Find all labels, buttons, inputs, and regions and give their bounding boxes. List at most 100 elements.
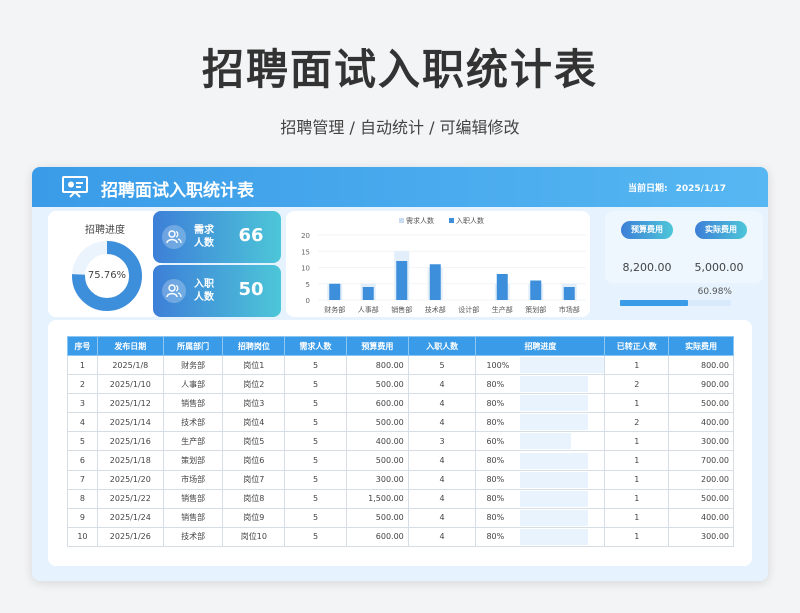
cell-date[interactable]: 2025/1/16	[96, 431, 164, 452]
column-header-actual-cost[interactable]: 实际费用	[668, 336, 734, 356]
cell-department[interactable]: 生产部	[162, 431, 224, 452]
cell-position[interactable]: 岗位8	[222, 488, 286, 509]
table-row[interactable]: 2 2025/1/10 人事部 岗位2 5 500.00 4 80% 2 900.00	[67, 374, 734, 395]
cell-budget[interactable]: 800.00	[345, 354, 409, 376]
cell-department[interactable]: 销售部	[162, 507, 224, 528]
cell-department[interactable]: 销售部	[162, 488, 224, 509]
cell-progress[interactable]: 60%	[475, 431, 606, 452]
cell-regularized[interactable]: 1	[604, 450, 670, 471]
cell-regularized[interactable]: 1	[604, 488, 670, 509]
cell-demand[interactable]: 5	[284, 469, 347, 490]
column-header-date[interactable]: 发布日期	[96, 336, 164, 356]
cell-actual-cost[interactable]: 500.00	[668, 393, 734, 414]
cell-progress[interactable]: 80%	[475, 450, 606, 471]
table-row[interactable]: 3 2025/1/12 销售部 岗位3 5 600.00 4 80% 1 500.00	[67, 393, 734, 414]
cell-index[interactable]: 6	[67, 450, 98, 471]
cell-date[interactable]: 2025/1/26	[96, 526, 164, 547]
cell-demand[interactable]: 5	[284, 374, 347, 395]
cell-progress[interactable]: 80%	[475, 412, 606, 433]
cell-date[interactable]: 2025/1/22	[96, 488, 164, 509]
cell-actual-cost[interactable]: 300.00	[668, 431, 734, 452]
cell-index[interactable]: 9	[67, 507, 98, 528]
cell-budget[interactable]: 600.00	[345, 526, 409, 547]
cell-budget[interactable]: 300.00	[345, 469, 409, 490]
budget-cost-button[interactable]: 预算费用	[621, 221, 673, 239]
cell-hired[interactable]: 4	[407, 412, 477, 433]
table-row[interactable]: 6 2025/1/18 策划部 岗位6 5 500.00 4 80% 1 700.00	[67, 450, 734, 471]
cell-hired[interactable]: 3	[407, 431, 477, 452]
cell-demand[interactable]: 5	[284, 393, 347, 414]
cell-position[interactable]: 岗位9	[222, 507, 286, 528]
cell-regularized[interactable]: 2	[604, 374, 670, 395]
cell-progress[interactable]: 100%	[475, 354, 606, 376]
cell-hired[interactable]: 4	[407, 450, 477, 471]
cell-date[interactable]: 2025/1/10	[96, 374, 164, 395]
cell-regularized[interactable]: 1	[604, 526, 670, 547]
column-header-budget[interactable]: 预算费用	[345, 336, 409, 356]
cell-regularized[interactable]: 1	[604, 393, 670, 414]
cell-demand[interactable]: 5	[284, 526, 347, 547]
cell-hired[interactable]: 4	[407, 507, 477, 528]
cell-index[interactable]: 10	[67, 526, 98, 547]
cell-hired[interactable]: 4	[407, 374, 477, 395]
cell-progress[interactable]: 80%	[475, 393, 606, 414]
cell-department[interactable]: 技术部	[162, 412, 224, 433]
cell-progress[interactable]: 80%	[475, 526, 606, 547]
cell-date[interactable]: 2025/1/14	[96, 412, 164, 433]
cell-budget[interactable]: 500.00	[345, 374, 409, 395]
column-header-demand[interactable]: 需求人数	[284, 336, 347, 356]
cell-budget[interactable]: 500.00	[345, 450, 409, 471]
cell-index[interactable]: 1	[67, 354, 98, 376]
column-header-progress[interactable]: 招聘进度	[475, 336, 606, 356]
cell-index[interactable]: 2	[67, 374, 98, 395]
table-row[interactable]: 7 2025/1/20 市场部 岗位7 5 300.00 4 80% 1 200.00	[67, 469, 734, 490]
cell-hired[interactable]: 4	[407, 393, 477, 414]
cell-budget[interactable]: 600.00	[345, 393, 409, 414]
column-header-department[interactable]: 所属部门	[162, 336, 224, 356]
cell-position[interactable]: 岗位6	[222, 450, 286, 471]
cell-position[interactable]: 岗位4	[222, 412, 286, 433]
cell-regularized[interactable]: 1	[604, 469, 670, 490]
cell-actual-cost[interactable]: 200.00	[668, 469, 734, 490]
cell-regularized[interactable]: 2	[604, 412, 670, 433]
cell-regularized[interactable]: 1	[604, 507, 670, 528]
cell-hired[interactable]: 4	[407, 488, 477, 509]
cell-hired[interactable]: 4	[407, 469, 477, 490]
cell-actual-cost[interactable]: 700.00	[668, 450, 734, 471]
cell-actual-cost[interactable]: 400.00	[668, 412, 734, 433]
column-header-position[interactable]: 招聘岗位	[222, 336, 286, 356]
cell-date[interactable]: 2025/1/8	[96, 354, 164, 376]
table-row[interactable]: 4 2025/1/14 技术部 岗位4 5 500.00 4 80% 2 400.00	[67, 412, 734, 433]
cell-regularized[interactable]: 1	[604, 354, 670, 376]
cell-index[interactable]: 8	[67, 488, 98, 509]
cell-demand[interactable]: 5	[284, 354, 347, 376]
cell-position[interactable]: 岗位2	[222, 374, 286, 395]
cell-department[interactable]: 销售部	[162, 393, 224, 414]
cell-department[interactable]: 策划部	[162, 450, 224, 471]
cell-demand[interactable]: 5	[284, 431, 347, 452]
cell-hired[interactable]: 4	[407, 526, 477, 547]
cell-actual-cost[interactable]: 800.00	[668, 354, 734, 376]
cell-department[interactable]: 市场部	[162, 469, 224, 490]
column-header-hired[interactable]: 入职人数	[407, 336, 477, 356]
cell-demand[interactable]: 5	[284, 412, 347, 433]
cell-index[interactable]: 3	[67, 393, 98, 414]
cell-hired[interactable]: 5	[407, 354, 477, 376]
cell-demand[interactable]: 5	[284, 488, 347, 509]
cell-department[interactable]: 人事部	[162, 374, 224, 395]
cell-date[interactable]: 2025/1/18	[96, 450, 164, 471]
cell-date[interactable]: 2025/1/12	[96, 393, 164, 414]
cell-date[interactable]: 2025/1/24	[96, 507, 164, 528]
table-row[interactable]: 9 2025/1/24 销售部 岗位9 5 500.00 4 80% 1 400.00	[67, 507, 734, 528]
cell-budget[interactable]: 400.00	[345, 431, 409, 452]
cell-budget[interactable]: 500.00	[345, 507, 409, 528]
cell-date[interactable]: 2025/1/20	[96, 469, 164, 490]
cell-regularized[interactable]: 1	[604, 431, 670, 452]
cell-actual-cost[interactable]: 300.00	[668, 526, 734, 547]
cell-actual-cost[interactable]: 400.00	[668, 507, 734, 528]
cell-progress[interactable]: 80%	[475, 507, 606, 528]
cell-position[interactable]: 岗位10	[222, 526, 286, 547]
column-header-regularized[interactable]: 已转正人数	[604, 336, 670, 356]
cell-position[interactable]: 岗位7	[222, 469, 286, 490]
cell-department[interactable]: 技术部	[162, 526, 224, 547]
